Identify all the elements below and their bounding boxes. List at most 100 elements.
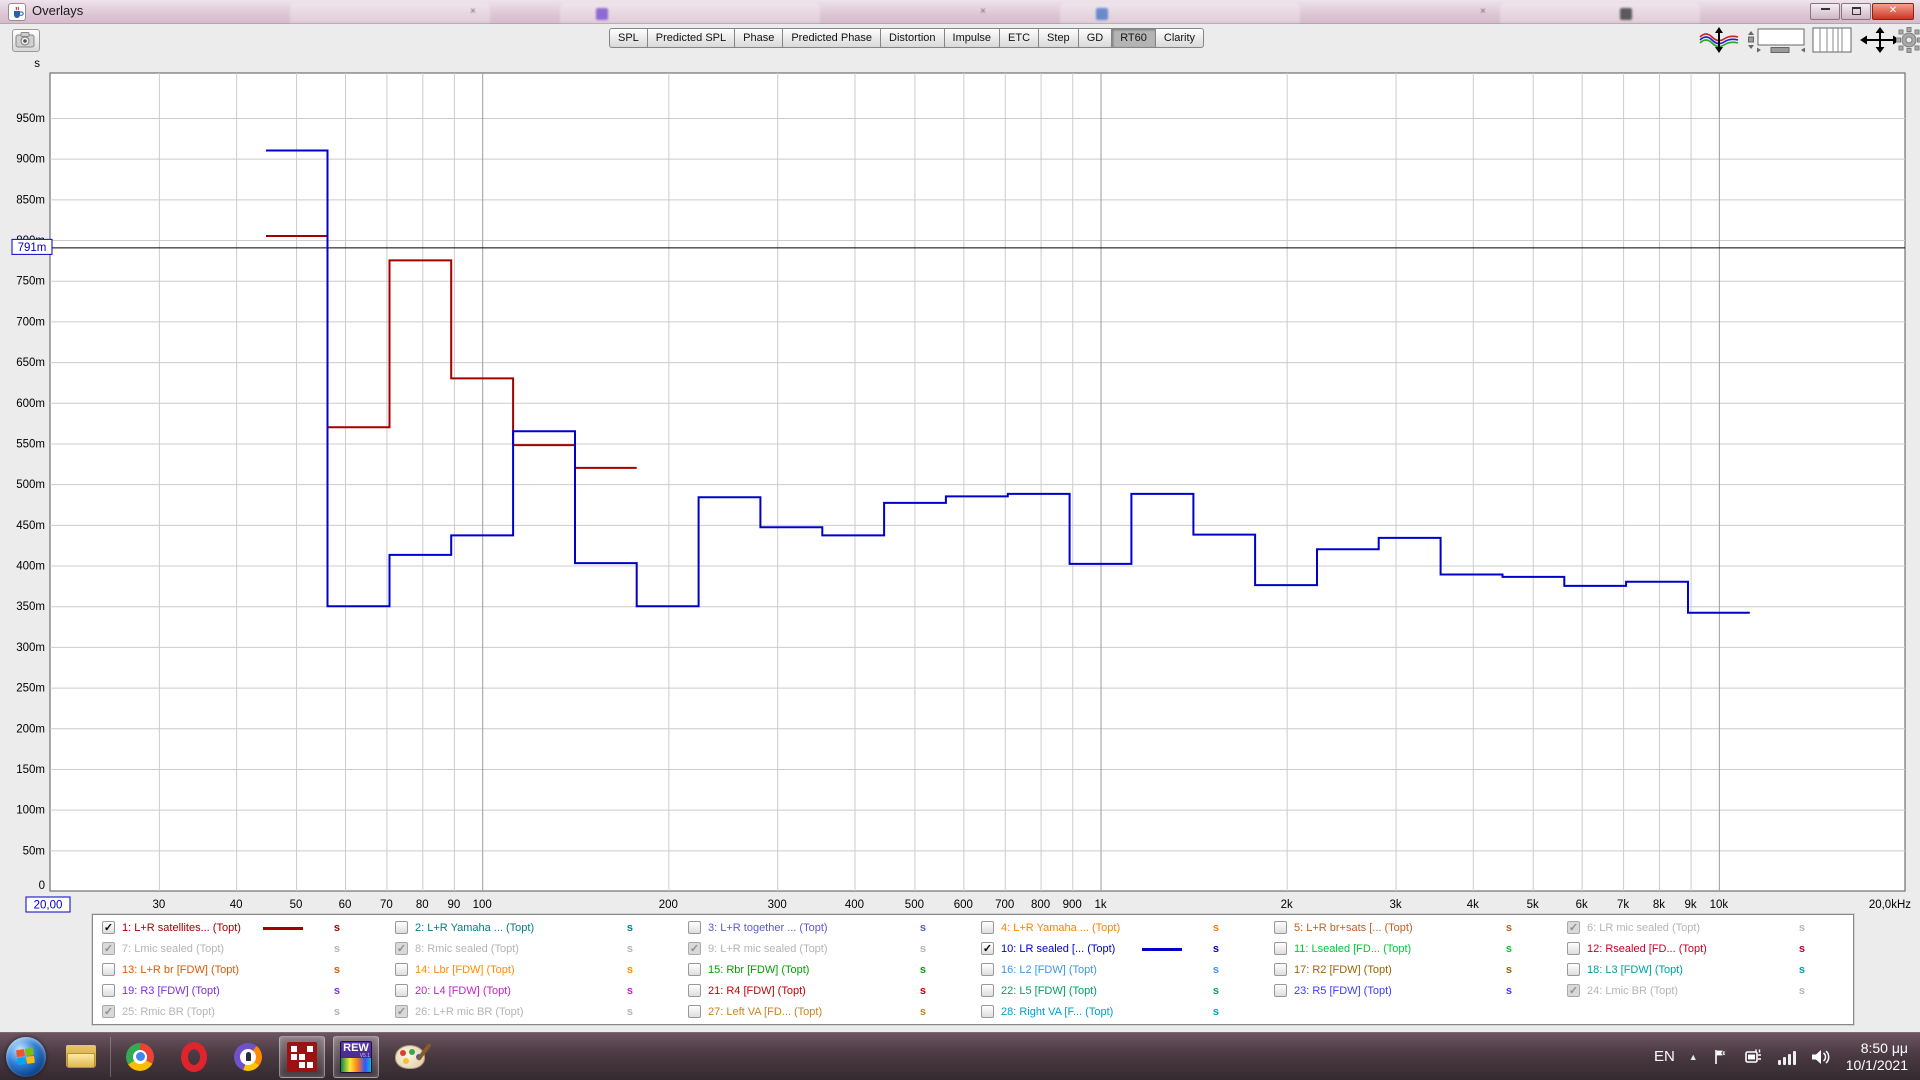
- legend-checkbox[interactable]: [395, 921, 408, 934]
- taskbar-paint-icon[interactable]: [387, 1036, 433, 1078]
- legend-checkbox[interactable]: [981, 1005, 994, 1018]
- taskbar-red-grid-app-icon[interactable]: [279, 1035, 325, 1078]
- legend-item-8[interactable]: ✓ 8: Rmic sealed (Topt) s: [388, 938, 681, 959]
- legend-unit-toggle[interactable]: s: [920, 1006, 926, 1018]
- legend-unit-toggle[interactable]: s: [627, 1006, 633, 1018]
- legend-item-4[interactable]: 4: L+R Yamaha ... (Topt) s: [974, 917, 1267, 938]
- hidden-icons-chevron[interactable]: ▲: [1689, 1052, 1698, 1062]
- legend-checkbox[interactable]: ✓: [102, 921, 115, 934]
- legend-item-7[interactable]: ✓ 7: Lmic sealed (Topt) s: [95, 938, 388, 959]
- legend-checkbox[interactable]: ✓: [1567, 921, 1580, 934]
- legend-checkbox[interactable]: [102, 963, 115, 976]
- legend-item-9[interactable]: ✓ 9: L+R mic sealed (Topt) s: [681, 938, 974, 959]
- legend-unit-toggle[interactable]: s: [627, 922, 633, 934]
- legend-item-20[interactable]: 20: L4 [FDW] (Topt) s: [388, 980, 681, 1001]
- taskbar-opera-icon[interactable]: [171, 1036, 217, 1078]
- legend-checkbox[interactable]: [1274, 963, 1287, 976]
- legend-checkbox[interactable]: [688, 1005, 701, 1018]
- legend-unit-toggle[interactable]: s: [1506, 964, 1512, 976]
- legend-unit-toggle[interactable]: s: [920, 964, 926, 976]
- legend-checkbox[interactable]: ✓: [981, 942, 994, 955]
- legend-unit-toggle[interactable]: s: [1213, 985, 1219, 997]
- taskbar-rew-icon[interactable]: REW V5.1: [333, 1035, 379, 1078]
- legend-item-1[interactable]: ✓ 1: L+R satellites... (Topt) s: [95, 917, 388, 938]
- legend-item-14[interactable]: 14: Lbr [FDW] (Topt) s: [388, 959, 681, 980]
- legend-checkbox[interactable]: [102, 984, 115, 997]
- legend-checkbox[interactable]: [981, 963, 994, 976]
- legend-unit-toggle[interactable]: s: [1799, 985, 1805, 997]
- legend-unit-toggle[interactable]: s: [1213, 964, 1219, 976]
- legend-item-13[interactable]: 13: L+R br [FDW] (Topt) s: [95, 959, 388, 980]
- legend-checkbox[interactable]: [688, 921, 701, 934]
- legend-unit-toggle[interactable]: s: [1799, 943, 1805, 955]
- taskbar-chrome-icon[interactable]: [117, 1036, 163, 1078]
- legend-checkbox[interactable]: [688, 984, 701, 997]
- legend-unit-toggle[interactable]: s: [1506, 922, 1512, 934]
- clock[interactable]: 8:50 μμ 10/1/2021: [1846, 1040, 1908, 1074]
- legend-item-28[interactable]: 28: Right VA [F... (Topt) s: [974, 1001, 1267, 1022]
- legend-item-22[interactable]: 22: L5 [FDW] (Topt) s: [974, 980, 1267, 1001]
- legend-unit-toggle[interactable]: s: [920, 985, 926, 997]
- legend-checkbox[interactable]: [1274, 921, 1287, 934]
- legend-checkbox[interactable]: ✓: [395, 1005, 408, 1018]
- legend-checkbox[interactable]: [1567, 963, 1580, 976]
- legend-unit-toggle[interactable]: s: [627, 985, 633, 997]
- legend-item-27[interactable]: 27: Left VA [FD... (Topt) s: [681, 1001, 974, 1022]
- legend-unit-toggle[interactable]: s: [334, 1006, 340, 1018]
- legend-checkbox[interactable]: [981, 984, 994, 997]
- legend-item-3[interactable]: 3: L+R together ... (Topt) s: [681, 917, 974, 938]
- legend-checkbox[interactable]: ✓: [102, 1005, 115, 1018]
- legend-unit-toggle[interactable]: s: [920, 943, 926, 955]
- legend-unit-toggle[interactable]: s: [920, 922, 926, 934]
- legend-checkbox[interactable]: [1274, 984, 1287, 997]
- legend-checkbox[interactable]: [688, 963, 701, 976]
- legend-unit-toggle[interactable]: s: [1506, 985, 1512, 997]
- start-button[interactable]: [6, 1036, 46, 1077]
- legend-item-6[interactable]: ✓ 6: LR mic sealed (Topt) s: [1560, 917, 1853, 938]
- legend-item-26[interactable]: ✓ 26: L+R mic BR (Topt) s: [388, 1001, 681, 1022]
- taskbar-explorer-icon[interactable]: [58, 1036, 104, 1078]
- legend-item-12[interactable]: 12: Rsealed [FD... (Topt) s: [1560, 938, 1853, 959]
- legend-item-16[interactable]: 16: L2 [FDW] (Topt) s: [974, 959, 1267, 980]
- legend-unit-toggle[interactable]: s: [334, 964, 340, 976]
- legend-item-18[interactable]: 18: L3 [FDW] (Topt) s: [1560, 959, 1853, 980]
- legend-checkbox[interactable]: [1274, 942, 1287, 955]
- legend-unit-toggle[interactable]: s: [1799, 922, 1805, 934]
- legend-unit-toggle[interactable]: s: [1506, 943, 1512, 955]
- volume-icon[interactable]: [1810, 1048, 1832, 1066]
- power-plug-icon[interactable]: [1744, 1048, 1764, 1066]
- legend-item-2[interactable]: 2: L+R Yamaha ... (Topt) s: [388, 917, 681, 938]
- legend-item-25[interactable]: ✓ 25: Rmic BR (Topt) s: [95, 1001, 388, 1022]
- legend-checkbox[interactable]: [981, 921, 994, 934]
- legend-unit-toggle[interactable]: s: [1799, 964, 1805, 976]
- language-indicator[interactable]: EN: [1654, 1048, 1675, 1065]
- legend-checkbox[interactable]: ✓: [688, 942, 701, 955]
- legend-item-10[interactable]: ✓ 10: LR sealed [... (Topt) s: [974, 938, 1267, 959]
- legend-item-15[interactable]: 15: Rbr [FDW] (Topt) s: [681, 959, 974, 980]
- legend-checkbox[interactable]: [1567, 942, 1580, 955]
- taskbar-avast-browser-icon[interactable]: [225, 1036, 271, 1078]
- legend-item-5[interactable]: 5: L+R br+sats [... (Topt) s: [1267, 917, 1560, 938]
- legend-item-11[interactable]: 11: Lsealed [FD... (Topt) s: [1267, 938, 1560, 959]
- legend-unit-toggle[interactable]: s: [334, 943, 340, 955]
- legend-item-24[interactable]: ✓ 24: Lmic BR (Topt) s: [1560, 980, 1853, 1001]
- action-center-flag-icon[interactable]: [1712, 1048, 1730, 1066]
- legend-unit-toggle[interactable]: s: [334, 922, 340, 934]
- legend-unit-toggle[interactable]: s: [1213, 943, 1219, 955]
- legend-checkbox[interactable]: ✓: [395, 942, 408, 955]
- rt60-chart[interactable]: s 50m 100m 150m 200m 250m 300m 350m 400m 450m 500m…: [0, 0, 1920, 932]
- legend-unit-toggle[interactable]: s: [334, 985, 340, 997]
- legend-unit-toggle[interactable]: s: [1213, 922, 1219, 934]
- legend-item-17[interactable]: 17: R2 [FDW] (Topt) s: [1267, 959, 1560, 980]
- legend-checkbox[interactable]: [395, 963, 408, 976]
- legend-unit-toggle[interactable]: s: [627, 943, 633, 955]
- legend-unit-toggle[interactable]: s: [1213, 1006, 1219, 1018]
- legend-item-21[interactable]: 21: R4 [FDW] (Topt) s: [681, 980, 974, 1001]
- legend-item-19[interactable]: 19: R3 [FDW] (Topt) s: [95, 980, 388, 1001]
- legend-unit-toggle[interactable]: s: [627, 964, 633, 976]
- legend-checkbox[interactable]: [395, 984, 408, 997]
- network-signal-icon[interactable]: [1777, 1049, 1796, 1065]
- legend-checkbox[interactable]: ✓: [102, 942, 115, 955]
- legend-item-23[interactable]: 23: R5 [FDW] (Topt) s: [1267, 980, 1560, 1001]
- legend-checkbox[interactable]: ✓: [1567, 984, 1580, 997]
